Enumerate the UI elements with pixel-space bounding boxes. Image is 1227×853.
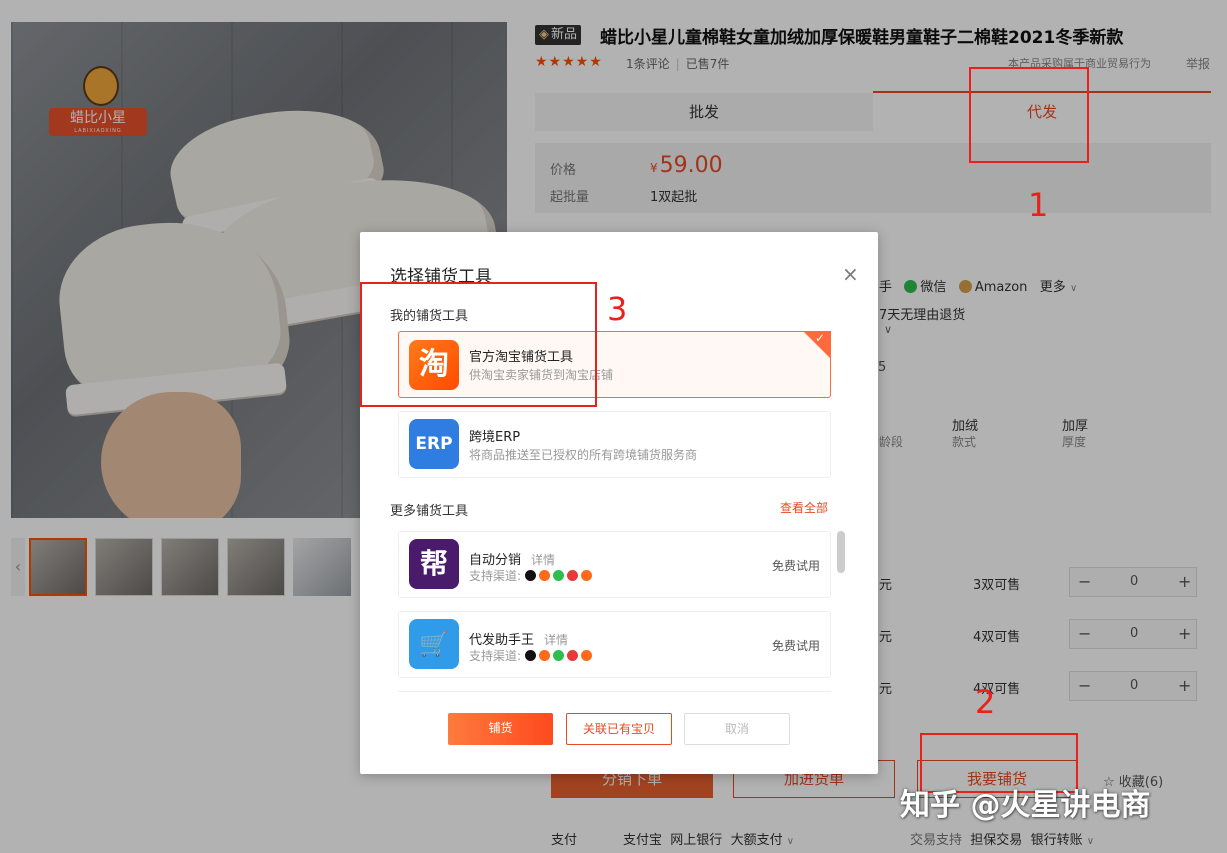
support-label: 支持渠道: <box>469 569 522 583</box>
tool-name-row: 代发助手王 详情 <box>469 629 568 648</box>
store-icon <box>580 570 592 581</box>
check-icon: ✓ <box>815 331 826 345</box>
watermark: 知乎 @火星讲电商 <box>900 788 1151 823</box>
taobao-mini-icon <box>538 650 550 661</box>
store-icon <box>580 650 592 661</box>
view-all-link[interactable]: 查看全部 <box>780 499 828 516</box>
taobao-mini-icon <box>538 570 550 581</box>
douyin-icon <box>524 650 536 661</box>
wechat-icon <box>552 570 564 581</box>
tool-card-erp[interactable] <box>398 411 831 478</box>
distribute-confirm-button[interactable]: 铺货 <box>448 713 553 745</box>
list-cutoff-divider <box>398 691 831 692</box>
tool-name: 代发助手王 <box>469 633 535 648</box>
cancel-button[interactable]: 取消 <box>684 713 790 745</box>
more-tools-heading: 更多铺货工具 <box>390 504 469 519</box>
tool-name-row: 自动分销 详情 <box>469 549 555 568</box>
tool-card-auto-distribute[interactable] <box>398 531 831 598</box>
link-existing-button[interactable]: 关联已有宝贝 <box>566 713 672 745</box>
annotation-box-3 <box>360 282 597 407</box>
erp-icon: ERP <box>409 419 459 469</box>
annotation-number-2: 2 <box>975 683 996 721</box>
pinduoduo-icon <box>566 570 578 581</box>
bang-icon: 帮 <box>409 539 459 589</box>
free-trial-link[interactable]: 免费试用 <box>772 557 820 574</box>
douyin-icon <box>524 570 536 581</box>
detail-link[interactable]: 详情 <box>544 633 568 647</box>
modal-scrollbar[interactable] <box>837 531 845 573</box>
pinduoduo-icon <box>566 650 578 661</box>
tool-card-dropship-helper[interactable] <box>398 611 831 678</box>
tool-name: 跨境ERP <box>469 430 521 445</box>
annotation-number-1: 1 <box>1028 186 1049 224</box>
free-trial-link[interactable]: 免费试用 <box>772 637 820 654</box>
close-icon[interactable]: × <box>842 264 859 284</box>
tool-channels: 支持渠道: <box>469 647 595 664</box>
tool-channels: 支持渠道: <box>469 567 595 584</box>
wechat-icon <box>552 650 564 661</box>
tool-name: 自动分销 <box>469 553 522 568</box>
cart-icon: 🛒 <box>409 619 459 669</box>
annotation-box-1 <box>969 67 1089 163</box>
annotation-number-3: 3 <box>607 290 628 328</box>
detail-link[interactable]: 详情 <box>531 553 555 567</box>
tool-desc: 将商品推送至已授权的所有跨境铺货服务商 <box>469 448 698 462</box>
support-label: 支持渠道: <box>469 649 522 663</box>
